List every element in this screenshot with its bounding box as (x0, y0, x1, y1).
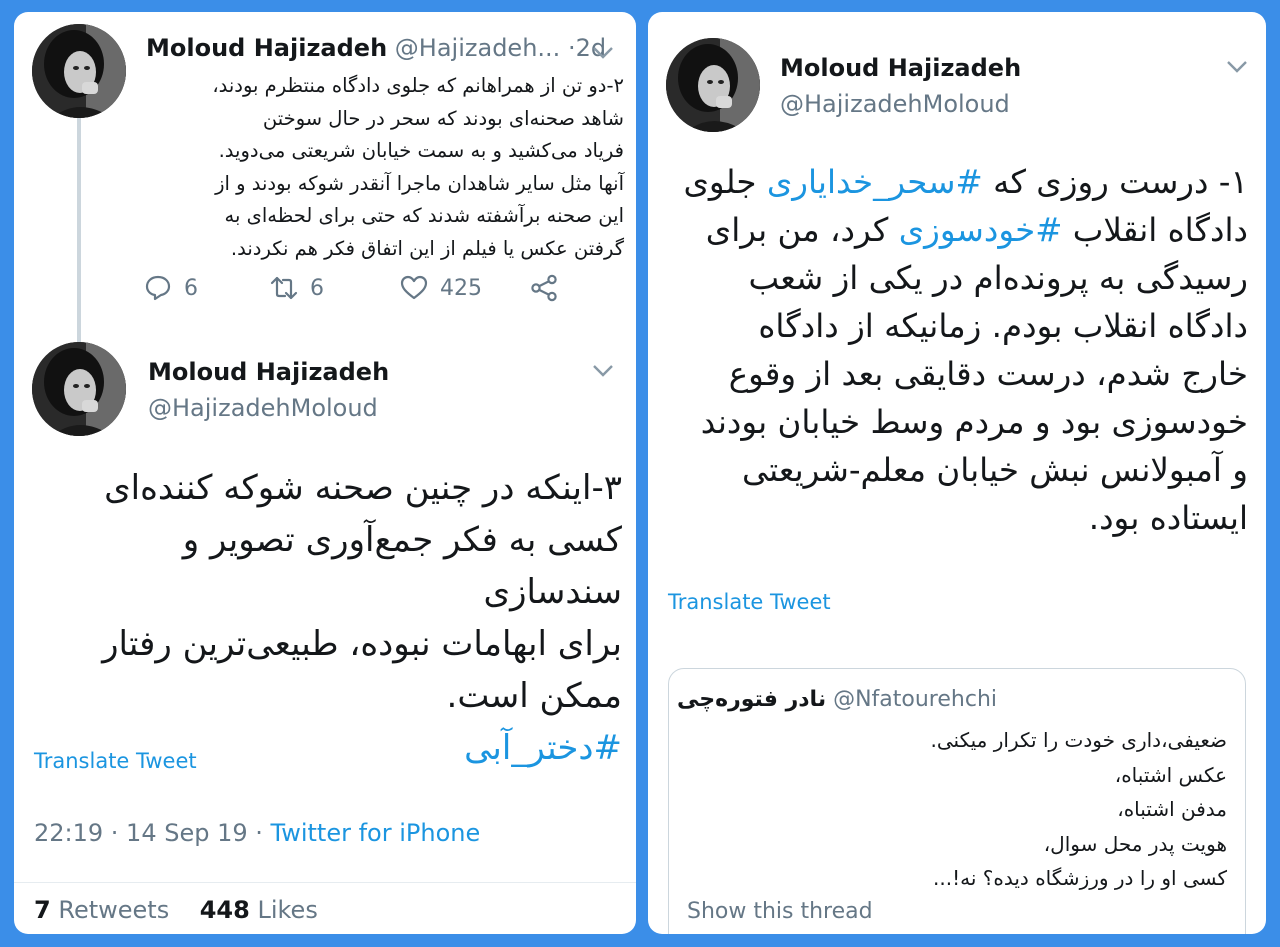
retweets-stat[interactable]: 7 Retweets (34, 896, 169, 924)
like-count: 425 (440, 275, 482, 301)
retweet-icon (270, 276, 298, 300)
retweet-count: 6 (310, 275, 324, 301)
show-thread-link[interactable]: Show this thread (687, 899, 873, 924)
text-segment: کرد، من برای (705, 211, 899, 249)
quote-header: نادر فتوره‌چی @Nfatourehchi (677, 687, 997, 712)
quote-text-line: ضعیفی،داری خودت را تکرار میکنی. (930, 728, 1227, 752)
tweet-text-line: فریاد می‌کشید و به سمت خیابان شریعتی می‌… (218, 139, 624, 162)
tweet-source-link[interactable]: Twitter for iPhone (271, 819, 481, 847)
author-name[interactable]: Moloud Hajizadeh (148, 358, 389, 386)
heart-icon (400, 275, 428, 300)
right-screenshot-panel: Moloud Hajizadeh @HajizadehMoloud ۱- درس… (648, 12, 1266, 934)
text-segment: ۱- درست روزی که (982, 163, 1248, 201)
quote-text-line: کسی او را در ورزشگاه دیده؟ نه!... (933, 866, 1227, 890)
reply-count: 6 (184, 275, 198, 301)
tweet-text: ۳-اینکه در چنین صحنه شوکه کننده‌ای کسی ب… (44, 462, 622, 774)
quote-text: ضعیفی،داری خودت را تکرار میکنی. عکس اشتب… (687, 723, 1227, 896)
avatar-photo-icon (666, 38, 760, 132)
likes-label: Likes (257, 896, 318, 924)
tweet-text-line: برای ابهامات نبوده، طبیعی‌ترین رفتار (102, 624, 622, 664)
share-button[interactable] (530, 274, 570, 302)
quote-author-name[interactable]: نادر فتوره‌چی (677, 687, 826, 712)
quote-text-line: هویت پدر محل سوال، (1043, 831, 1227, 856)
author-handle[interactable]: @Hajizadeh... (395, 34, 561, 62)
text-segment: دادگاه انقلاب (1062, 211, 1248, 249)
tweet-meta: 22:19 · 14 Sep 19 · Twitter for iPhone (34, 819, 480, 847)
tweet-text-line: و آمبولانس نبش خیابان معلم-شریعتی (742, 451, 1248, 489)
like-button[interactable]: 425 (400, 274, 482, 302)
tweet-text-line: گرفتن عکس یا فیلم از این اتفاق فکر هم نک… (230, 236, 624, 260)
author-handle[interactable]: @HajizadehMoloud (148, 394, 378, 422)
tweet-text-line: ۲-دو تن از همراهانم که جلوی دادگاه منتظر… (212, 74, 624, 97)
author-handle[interactable]: @HajizadehMoloud (780, 90, 1010, 118)
translate-tweet-link[interactable]: Translate Tweet (34, 749, 197, 773)
retweets-label: Retweets (58, 896, 170, 924)
likes-count: 448 (199, 896, 250, 924)
retweet-button[interactable]: 6 (270, 274, 324, 302)
quote-author-handle[interactable]: @Nfatourehchi (833, 687, 997, 712)
avatar-photo-icon (32, 342, 126, 436)
hashtag-link[interactable]: #سحر_خدایاری (767, 163, 983, 201)
divider (14, 882, 636, 883)
translate-tweet-link[interactable]: Translate Tweet (668, 590, 831, 614)
tweet-text-line: ایستاده بود. (1088, 499, 1248, 537)
tweet-text-line: رسیدگی به پرونده‌ام در یکی از شعب (748, 259, 1248, 297)
left-screenshot-panel: Moloud Hajizadeh @Hajizadeh... ·2d ۲-دو … (14, 12, 636, 934)
tweet-text-line: خودسوزی بود و مردم وسط خیابان بودند (700, 403, 1248, 441)
avatar-photo-icon (32, 24, 126, 118)
likes-stat[interactable]: 448 Likes (200, 896, 318, 924)
tweet-stats: 7 Retweets 448 Likes (34, 896, 318, 924)
tweet-text-line: آنها مثل سایر شاهدان ماجرا آنقدر شوکه بو… (215, 171, 624, 195)
chevron-down-icon[interactable] (592, 364, 614, 378)
tweet-text-line: ۱- درست روزی که #سحر_خدایاری جلوی (678, 158, 1248, 206)
text-segment: جلوی (683, 163, 767, 201)
chevron-down-icon[interactable] (592, 46, 614, 60)
author-name[interactable]: Moloud Hajizadeh (146, 34, 387, 62)
tweet-text-line: دادگاه انقلاب بودم. زمانیکه از دادگاه (758, 307, 1248, 345)
tweet-text-line: ۳-اینکه در چنین صحنه شوکه کننده‌ای (104, 468, 622, 508)
tweet-header: Moloud Hajizadeh @Hajizadeh... ·2d (146, 34, 606, 62)
hashtag-link[interactable]: #خودسوزی (899, 211, 1063, 249)
tweet-text-line: خارج شدم، درست دقایقی بعد از وقوع (728, 355, 1248, 393)
reply-icon (145, 275, 171, 301)
quote-text-line: مدفن اشتباه، (1117, 797, 1227, 821)
avatar[interactable] (32, 24, 126, 118)
avatar[interactable] (32, 342, 126, 436)
time-separator: · (567, 34, 576, 62)
tweet-text-line: دادگاه انقلاب #خودسوزی کرد، من برای (678, 206, 1248, 254)
thread-connector-line (77, 118, 81, 348)
tweet-text-line: کسی به فکر جمع‌آوری تصویر و سندسازی (182, 520, 622, 612)
quoted-tweet-card[interactable]: نادر فتوره‌چی @Nfatourehchi ضعیفی،داری خ… (668, 668, 1246, 934)
author-name[interactable]: Moloud Hajizadeh (780, 54, 1021, 82)
tweet-actions: 6 6 425 (144, 274, 564, 304)
avatar[interactable] (666, 38, 760, 132)
tweet-text-line: ممکن است. (446, 676, 622, 716)
meta-separator: · (247, 819, 271, 847)
retweets-count: 7 (34, 896, 51, 924)
tweet-text-line: شاهد صحنه‌ای بودند که سحر در حال سوختن (262, 106, 624, 130)
chevron-down-icon[interactable] (1226, 60, 1248, 74)
share-icon (531, 274, 557, 302)
tweet-timestamp[interactable]: 22:19 · 14 Sep 19 (34, 819, 248, 847)
tweet-text: ۲-دو تن از همراهانم که جلوی دادگاه منتظر… (154, 70, 624, 265)
tweet-text-line: این صحنه برآشفته شدند که حتی برای لحظه‌ا… (224, 204, 624, 227)
tweet-text: ۱- درست روزی که #سحر_خدایاری جلوی دادگاه… (678, 158, 1248, 542)
quote-text-line: عکس اشتباه، (1114, 762, 1227, 787)
reply-button[interactable]: 6 (144, 274, 198, 302)
